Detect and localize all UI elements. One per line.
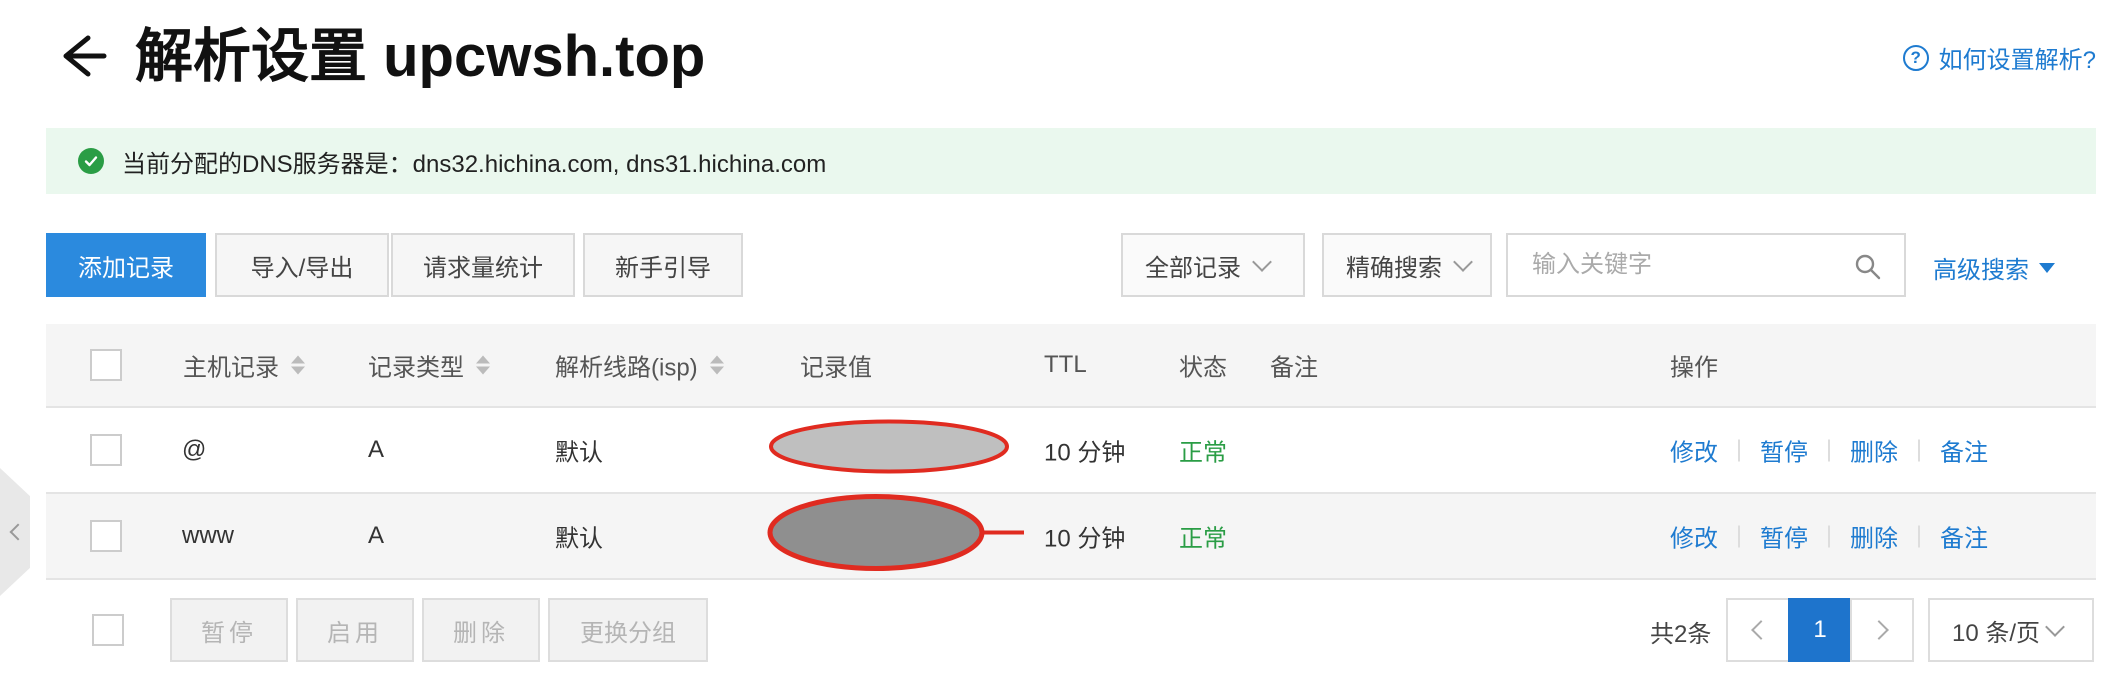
dns-server-banner: 当前分配的DNS服务器是：dns32.hichina.com, dns31.hi… (46, 128, 2096, 194)
table-footer: 暂停 启用 删除 更换分组 共2条 1 10 条/页 (46, 580, 2096, 680)
sort-icon (291, 355, 305, 375)
ttl-cell: 10 分钟 (1044, 439, 1126, 467)
line-cell: 默认 (555, 525, 603, 553)
advanced-search-label: 高级搜索 (1933, 257, 2029, 284)
host-cell: www (182, 522, 234, 549)
column-type[interactable]: 记录类型 (368, 348, 490, 383)
sort-icon (476, 355, 490, 375)
sort-icon (709, 355, 724, 375)
page-size-dropdown[interactable]: 10 条/页 (1928, 598, 2094, 662)
column-status: 状态 (1179, 354, 1227, 382)
column-type-label: 记录类型 (368, 354, 464, 382)
column-host[interactable]: 主机记录 (183, 348, 305, 383)
column-remark: 备注 (1270, 354, 1318, 382)
prev-page-button[interactable] (1726, 598, 1790, 662)
success-check-icon (78, 148, 104, 174)
footer-select-all-checkbox[interactable] (92, 614, 124, 646)
bulk-pause-button[interactable]: 暂停 (170, 598, 288, 662)
pause-link[interactable]: 暂停 (1760, 519, 1808, 554)
search-box (1506, 233, 1906, 297)
sidebar-expand-tab[interactable] (0, 468, 30, 596)
question-icon: ? (1902, 44, 1929, 71)
delete-link[interactable]: 删除 (1850, 519, 1898, 554)
status-cell: 正常 (1179, 439, 1227, 467)
line-cell: 默认 (555, 439, 603, 467)
edit-link[interactable]: 修改 (1670, 519, 1718, 554)
add-record-button[interactable]: 添加记录 (46, 233, 206, 297)
change-group-button[interactable]: 更换分组 (548, 598, 708, 662)
chevron-down-icon (1453, 252, 1473, 272)
back-arrow-icon[interactable] (48, 26, 108, 86)
advanced-search-toggle[interactable]: 高级搜索 (1933, 250, 2055, 285)
chevron-left-icon (1751, 620, 1771, 640)
chevron-right-icon (1869, 620, 1889, 640)
chevron-down-icon (2045, 617, 2065, 637)
column-line[interactable]: 解析线路(isp) (555, 348, 724, 383)
import-export-button[interactable]: 导入/导出 (215, 233, 389, 297)
row-actions: 修改 暂停 删除 备注 (1670, 519, 1988, 554)
caret-down-icon (2039, 262, 2055, 273)
record-filter-dropdown[interactable]: 全部记录 (1121, 233, 1305, 297)
search-icon[interactable] (1854, 253, 1882, 286)
column-ttl: TTL (1044, 351, 1087, 378)
edit-link[interactable]: 修改 (1670, 433, 1718, 468)
host-cell: @ (182, 436, 207, 463)
column-line-label: 解析线路(isp) (555, 354, 698, 382)
dns-server-text: 当前分配的DNS服务器是：dns32.hichina.com, dns31.hi… (122, 150, 827, 178)
chevron-left-icon (9, 523, 27, 541)
page-title: 解析设置 upcwsh.top (135, 24, 706, 89)
help-link[interactable]: ? 如何设置解析? (1902, 40, 2096, 75)
request-stats-button[interactable]: 请求量统计 (391, 233, 575, 297)
search-mode-dropdown[interactable]: 精确搜索 (1322, 233, 1492, 297)
redacted-value (764, 493, 1044, 580)
row-checkbox[interactable] (90, 434, 122, 466)
remark-link[interactable]: 备注 (1940, 519, 1988, 554)
select-all-checkbox[interactable] (90, 349, 122, 381)
pause-link[interactable]: 暂停 (1760, 433, 1808, 468)
type-cell: A (368, 522, 385, 549)
page-1-button[interactable]: 1 (1788, 598, 1852, 662)
bulk-delete-button[interactable]: 删除 (422, 598, 540, 662)
ttl-cell: 10 分钟 (1044, 525, 1126, 553)
table-row: @ A 默认 10 分钟 正常 修改 暂停 删除 备注 (46, 408, 2096, 494)
row-checkbox[interactable] (90, 520, 122, 552)
table-header: 主机记录 记录类型 解析线路(isp) 记录值 TTL 状态 备注 操作 (46, 324, 2096, 408)
record-filter-label: 全部记录 (1145, 254, 1241, 282)
search-input[interactable] (1530, 250, 1834, 280)
next-page-button[interactable] (1850, 598, 1914, 662)
search-mode-label: 精确搜索 (1346, 254, 1442, 282)
help-link-label: 如何设置解析? (1938, 47, 2096, 74)
type-cell: A (368, 436, 385, 463)
delete-link[interactable]: 删除 (1850, 433, 1898, 468)
beginner-guide-button[interactable]: 新手引导 (583, 233, 743, 297)
page-size-label: 10 条/页 (1952, 619, 2041, 647)
chevron-down-icon (1252, 252, 1272, 272)
column-host-label: 主机记录 (183, 354, 279, 382)
column-value: 记录值 (800, 354, 872, 382)
bulk-enable-button[interactable]: 启用 (296, 598, 414, 662)
column-actions: 操作 (1670, 354, 1718, 382)
redacted-value (764, 417, 1014, 484)
status-cell: 正常 (1179, 525, 1227, 553)
row-actions: 修改 暂停 删除 备注 (1670, 433, 1988, 468)
total-count: 共2条 (1650, 621, 1712, 648)
table-row: www A 默认 10 分钟 正常 修改 暂停 删除 备注 (46, 494, 2096, 580)
remark-link[interactable]: 备注 (1940, 433, 1988, 468)
